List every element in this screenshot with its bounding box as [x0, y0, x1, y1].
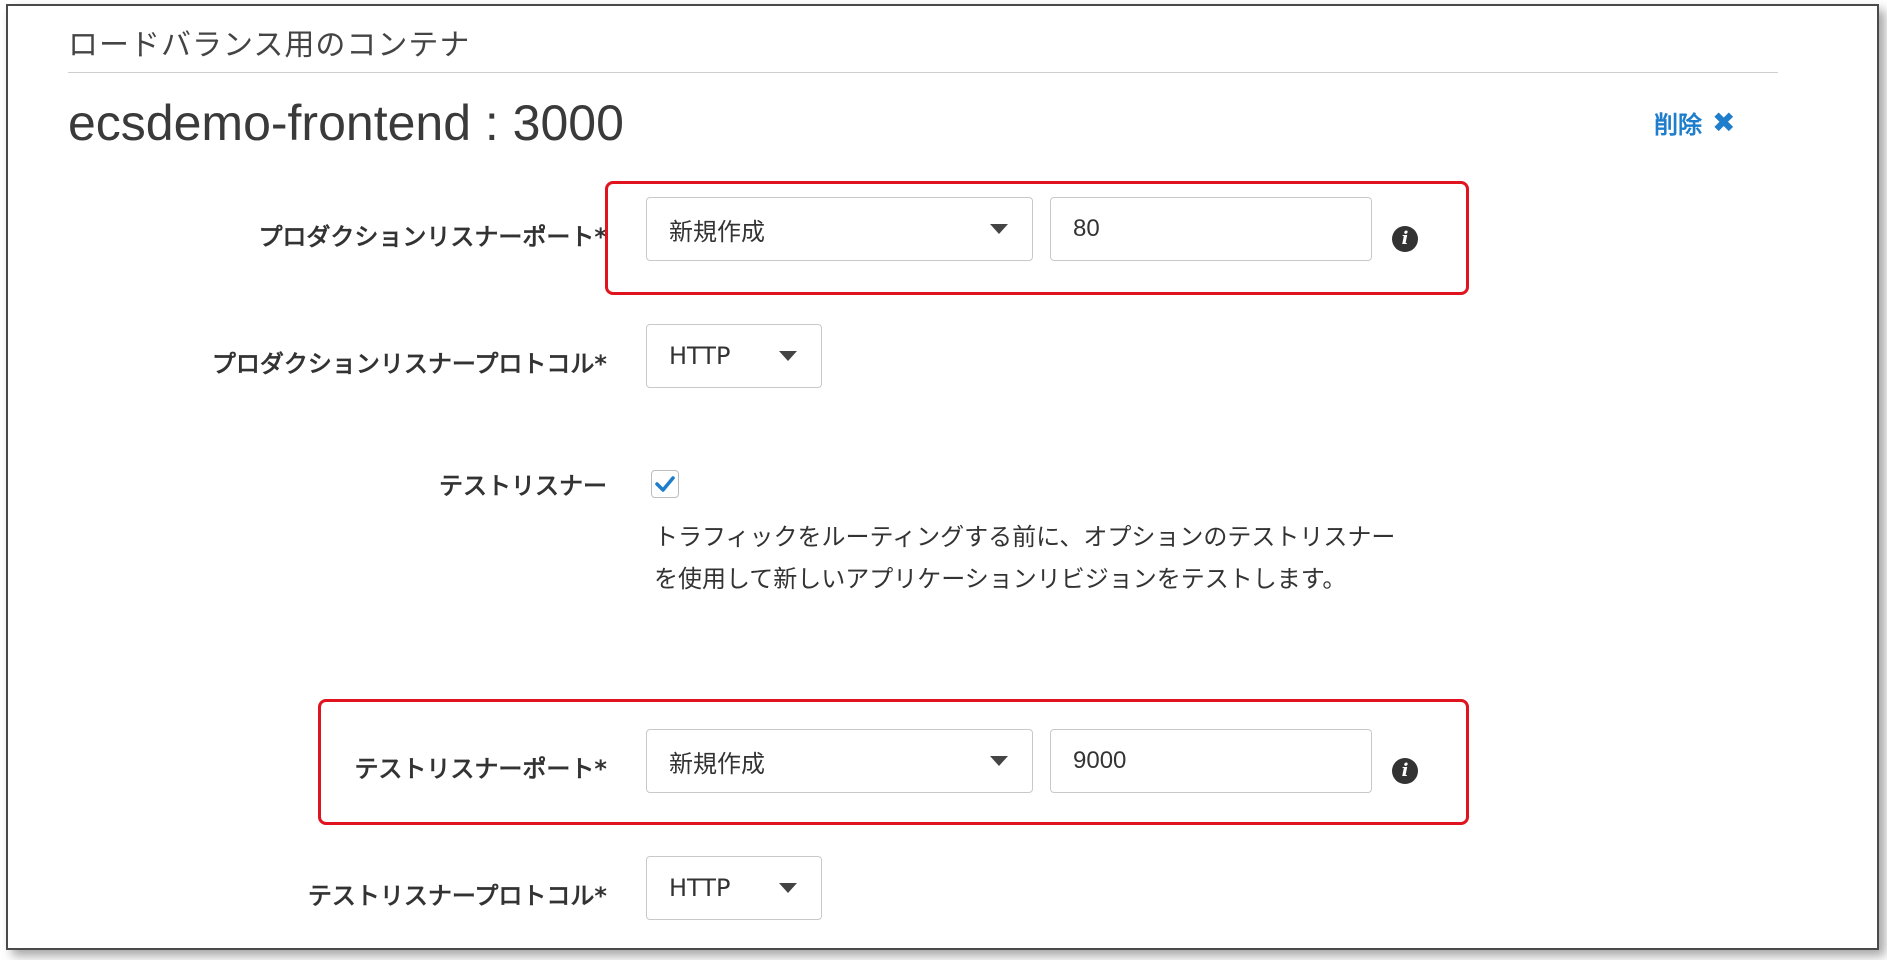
test-listener-protocol-select[interactable]: HTTP [646, 856, 822, 920]
production-listener-port-input[interactable] [1050, 197, 1372, 261]
close-icon: ✖ [1712, 106, 1736, 139]
info-icon[interactable]: i [1392, 758, 1418, 784]
test-listener-port-select[interactable]: 新規作成 [646, 729, 1033, 793]
section-title: ロードバランス用のコンテナ [68, 28, 471, 63]
production-listener-port-select[interactable]: 新規作成 [646, 197, 1033, 261]
chevron-down-icon [990, 756, 1008, 766]
delete-label: 削除 [1654, 111, 1702, 139]
chevron-down-icon [779, 883, 797, 893]
production-listener-port-label: プロダクションリスナーポート* [258, 223, 607, 251]
chevron-down-icon [990, 224, 1008, 234]
container-panel: ロードバランス用のコンテナ ecsdemo-frontend : 3000 削除… [6, 4, 1879, 950]
section-divider [68, 72, 1778, 73]
test-listener-protocol-label: テストリスナープロトコル* [307, 882, 607, 910]
production-listener-port-select-value: 新規作成 [669, 217, 765, 246]
info-icon[interactable]: i [1392, 226, 1418, 252]
test-listener-port-label: テストリスナーポート* [354, 755, 607, 783]
production-listener-protocol-select-value: HTTP [669, 342, 731, 370]
test-listener-checkbox[interactable] [651, 470, 679, 498]
test-listener-protocol-select-value: HTTP [669, 874, 731, 902]
checkmark-icon [655, 476, 675, 492]
chevron-down-icon [779, 351, 797, 361]
production-listener-protocol-select[interactable]: HTTP [646, 324, 822, 388]
test-listener-help-text: トラフィックをルーティングする前に、オプションのテストリスナーを使用して新しいア… [654, 523, 1396, 593]
test-listener-port-input[interactable] [1050, 729, 1372, 793]
production-listener-protocol-label: プロダクションリスナープロトコル* [211, 350, 607, 378]
delete-button[interactable]: 削除 ✖ [1654, 105, 1735, 140]
test-listener-port-select-value: 新規作成 [669, 749, 765, 778]
container-name-heading: ecsdemo-frontend : 3000 [68, 95, 624, 151]
test-listener-label: テストリスナー [439, 472, 607, 500]
